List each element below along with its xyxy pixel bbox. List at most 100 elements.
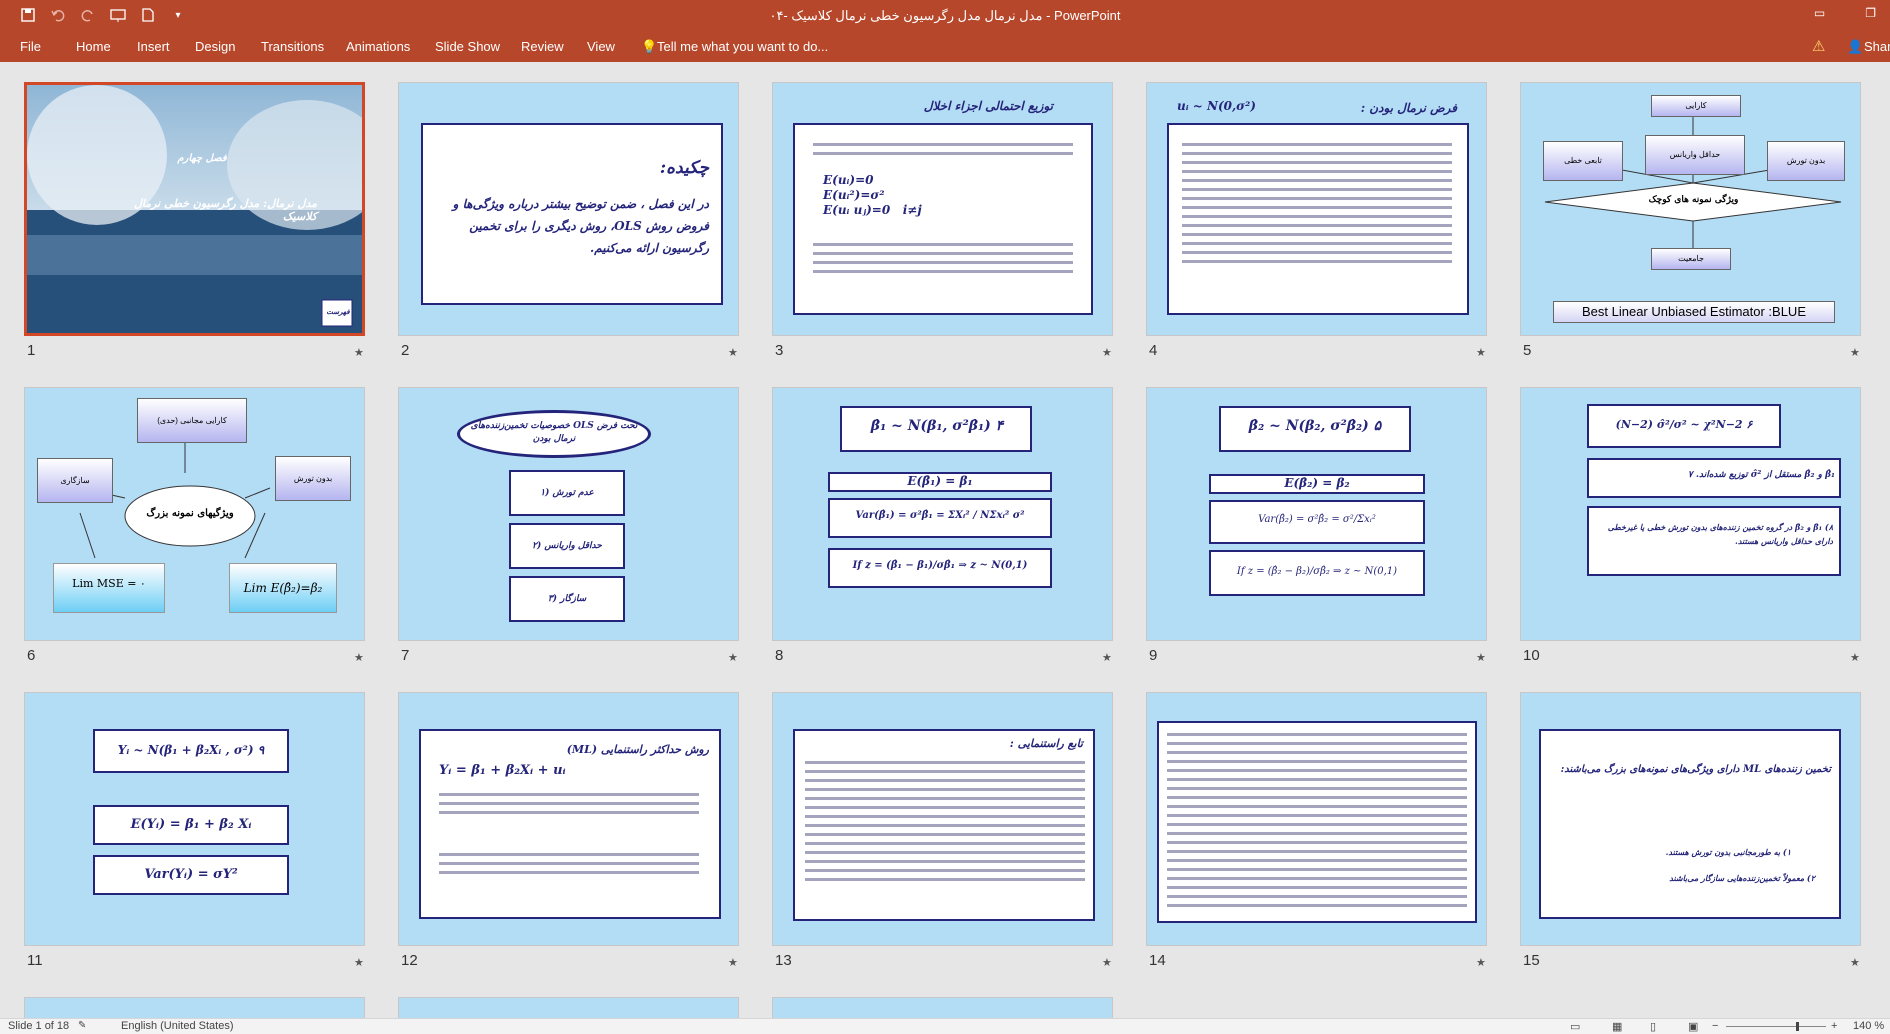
slide-8-formula: β̂₁ ~ N(β₁, σ²β̂₁) ۴ bbox=[870, 418, 1004, 434]
transition-star-icon: ★ bbox=[1102, 957, 1112, 969]
slide-thumbnail-13[interactable]: تابع راستنمایی : bbox=[772, 692, 1113, 946]
slide-number-3: 3 bbox=[775, 342, 784, 359]
slide-thumbnail-14[interactable] bbox=[1146, 692, 1487, 946]
normal-view-icon[interactable]: ▭ bbox=[1570, 1020, 1580, 1033]
slide-13-equation-lines bbox=[805, 761, 1085, 887]
slide-6-lim-mse: Lim MSE = ۰ bbox=[53, 563, 165, 613]
slide-5-box-comprehensive: جامعیت bbox=[1651, 248, 1731, 270]
slide-thumbnail-2[interactable]: چکیده: در این فصل ، ضمن توضیح بیشتر دربا… bbox=[398, 82, 739, 336]
share-button[interactable]: Share bbox=[1864, 39, 1890, 54]
ribbon-display-options-icon[interactable]: ▭ bbox=[1814, 6, 1825, 20]
tell-me-search[interactable]: Tell me what you want to do... bbox=[657, 39, 828, 54]
slide-12-text-lines bbox=[439, 793, 699, 820]
tab-home[interactable]: Home bbox=[76, 39, 111, 54]
slide-5-blue-definition: Best Linear Unbiased Estimator :BLUE bbox=[1553, 301, 1835, 323]
slide-6-lim-expectation: Lim E(β̂₂)=β₂ bbox=[229, 563, 337, 613]
restore-icon[interactable]: ❐ bbox=[1865, 6, 1876, 20]
slide-thumbnail-1[interactable]: فصل چهارم مدل نرمال: مدل رگرسیون خطی نرم… bbox=[24, 82, 365, 336]
slide-thumbnail-7[interactable]: خصوصیات تخمین‌زننده‌های OLS تحت فرض نرما… bbox=[398, 387, 739, 641]
slide-thumbnail-4[interactable]: uᵢ ~ N(0,σ²) فرض نرمال بودن : bbox=[1146, 82, 1487, 336]
slide-9-expectation: E(β̂₂) = β₂ bbox=[1284, 476, 1350, 490]
spell-check-icon[interactable]: ✎ bbox=[78, 1020, 86, 1031]
transition-star-icon: ★ bbox=[1102, 652, 1112, 664]
zoom-level[interactable]: 140 % bbox=[1853, 1020, 1884, 1032]
slide-7-item-2: ۲) حداقل واریانس bbox=[532, 541, 602, 551]
slide-15-frame bbox=[1539, 729, 1841, 919]
slide-thumbnail-5[interactable]: کارایی تابعی خطی حداقل واریانس بدون تورش… bbox=[1520, 82, 1861, 336]
slide-11-expectation: E(Yᵢ) = β₁ + β₂ Xᵢ bbox=[130, 817, 252, 832]
slide-thumbnail-15[interactable]: تخمین زننده‌های ML دارای ویژگی‌های نمونه… bbox=[1520, 692, 1861, 946]
tab-slideshow[interactable]: Slide Show bbox=[435, 39, 500, 54]
slide-5-diagram-lines bbox=[1544, 115, 1842, 248]
vertical-scrollbar[interactable] bbox=[1876, 62, 1890, 1018]
lightbulb-icon: 💡 bbox=[641, 39, 658, 54]
slide-12-equation: Yᵢ = β₁ + β₂Xᵢ + uᵢ bbox=[439, 763, 566, 778]
slide-10-formula-7: β̂₁ و β̂₂ مستقل از σ̂² توزیع شده‌اند. ۷ bbox=[1687, 470, 1835, 480]
slide-thumbnail-11[interactable]: Yᵢ ~ N(β₁ + β₂Xᵢ , σ²) ۹ E(Yᵢ) = β₁ + β₂… bbox=[24, 692, 365, 946]
slide-number-9: 9 bbox=[1149, 647, 1158, 664]
warning-icon[interactable]: ⚠ bbox=[1812, 37, 1825, 55]
slide-thumbnail-8[interactable]: β̂₁ ~ N(β₁, σ²β̂₁) ۴ E(β̂₁) = β₁ Var(β̂₁… bbox=[772, 387, 1113, 641]
slide-4-formula: uᵢ ~ N(0,σ²) bbox=[1177, 99, 1256, 113]
slide-12-title: روش حداکثر راستنمایی (ML) bbox=[566, 743, 709, 756]
slide-thumbnail-18[interactable] bbox=[772, 997, 1113, 1018]
zoom-slider[interactable] bbox=[1726, 1026, 1826, 1027]
tab-file[interactable]: File bbox=[20, 39, 41, 54]
slide-14-equation-lines bbox=[1167, 733, 1467, 913]
slide-number-10: 10 bbox=[1523, 647, 1540, 664]
slide-12-text-lines bbox=[439, 853, 699, 880]
slide-8-z: If z = (β̂₁ − β₁)/σβ̂₁ ⇒ z ~ N(0,1) bbox=[852, 560, 1028, 571]
slide-counter: Slide 1 of 18 bbox=[8, 1020, 70, 1032]
slide-6-box-consistency: سازگاری bbox=[37, 458, 113, 503]
transition-star-icon: ★ bbox=[1850, 957, 1860, 969]
slide-3-text-lines bbox=[813, 143, 1073, 161]
slide-10-formula-8: ۸) β̂₁ و β̂₂ در گروه تخمین زننده‌های بدو… bbox=[1607, 522, 1833, 546]
window-controls: ▭ ❐ bbox=[1814, 6, 1876, 20]
slide-thumbnail-12[interactable]: روش حداکثر راستنمایی (ML) Yᵢ = β₁ + β₂Xᵢ… bbox=[398, 692, 739, 946]
transition-star-icon: ★ bbox=[1850, 652, 1860, 664]
slide-6-box-unbiased: بدون تورش bbox=[275, 456, 351, 501]
slide-7-title: خصوصیات تخمین‌زننده‌های OLS تحت فرض نرما… bbox=[470, 421, 638, 444]
slide-11-variance: Var(Yᵢ) = σY² bbox=[144, 867, 238, 882]
slide-thumbnail-17[interactable] bbox=[398, 997, 739, 1018]
slide-11-formula-9: Yᵢ ~ N(β₁ + β₂Xᵢ , σ²) ۹ bbox=[117, 743, 265, 757]
slide-3-title: توزیع احتمالی اجزاء اخلال bbox=[923, 99, 1053, 113]
slide-7-item-3: ۳) سازگار bbox=[547, 594, 587, 604]
slide-thumbnail-16[interactable] bbox=[24, 997, 365, 1018]
person-icon: 👤 bbox=[1847, 39, 1864, 54]
slide-5-box-unbiased: بدون تورش bbox=[1767, 141, 1845, 181]
slide-thumbnail-6[interactable]: کارایی مجانبی (حدی) سازگاری بدون تورش وی… bbox=[24, 387, 365, 641]
zoom-out-icon[interactable]: − bbox=[1712, 1020, 1718, 1032]
slide-10-formula-6: (N−2) σ̂²/σ² ~ χ²N−2 ۶ bbox=[1615, 418, 1753, 431]
slide-8-expectation: E(β̂₁) = β₁ bbox=[907, 474, 973, 488]
zoom-in-icon[interactable]: + bbox=[1831, 1020, 1837, 1032]
slideshow-view-icon[interactable]: ▣ bbox=[1688, 1020, 1698, 1033]
tab-view[interactable]: View bbox=[587, 39, 615, 54]
slide-6-box-asym-efficiency: کارایی مجانبی (حدی) bbox=[137, 398, 247, 443]
slide-6-large-sample: ویژگیهای نمونه بزرگ bbox=[146, 508, 234, 519]
slide-sorter-view-icon[interactable]: ▦ bbox=[1612, 1020, 1622, 1033]
slide-13-title: تابع راستنمایی : bbox=[1009, 737, 1083, 750]
slide-3-text-lines bbox=[813, 243, 1073, 279]
slide-7-item-1: ۱) عدم تورش bbox=[540, 488, 594, 498]
slide-2-body: در این فصل ، ضمن توضیح بیشتر درباره ویژگ… bbox=[452, 197, 709, 255]
slide-8-variance: Var(β̂₁) = σ²β̂₁ = ΣXᵢ² / NΣxᵢ² σ² bbox=[855, 510, 1025, 521]
slide-number-6: 6 bbox=[27, 647, 36, 664]
slide-thumbnail-10[interactable]: (N−2) σ̂²/σ² ~ χ²N−2 ۶ β̂₁ و β̂₂ مستقل ا… bbox=[1520, 387, 1861, 641]
slide-2-title: چکیده: bbox=[659, 158, 709, 178]
tab-review[interactable]: Review bbox=[521, 39, 564, 54]
slide-number-7: 7 bbox=[401, 647, 410, 664]
slide-9-variance: Var(β̂₂) = σ²β̂₂ = σ²/Σxᵢ² bbox=[1258, 514, 1376, 525]
slide-thumbnail-9[interactable]: β̂₂ ~ N(β₂, σ²β̂₂) ۵ E(β̂₂) = β₂ Var(β̂₂… bbox=[1146, 387, 1487, 641]
tab-design[interactable]: Design bbox=[195, 39, 235, 54]
slide-number-15: 15 bbox=[1523, 952, 1540, 969]
reading-view-icon[interactable]: ▯ bbox=[1650, 1020, 1656, 1033]
slide-thumbnail-3[interactable]: توزیع احتمالی اجزاء اخلال E(uᵢ)=0 E(uᵢ²)=… bbox=[772, 82, 1113, 336]
tab-transitions[interactable]: Transitions bbox=[261, 39, 324, 54]
tab-animations[interactable]: Animations bbox=[346, 39, 410, 54]
slide-number-14: 14 bbox=[1149, 952, 1166, 969]
language-indicator[interactable]: English (United States) bbox=[121, 1020, 234, 1032]
tab-insert[interactable]: Insert bbox=[137, 39, 170, 54]
zoom-slider-thumb[interactable] bbox=[1796, 1022, 1799, 1031]
slide-4-text-lines bbox=[1182, 143, 1452, 269]
